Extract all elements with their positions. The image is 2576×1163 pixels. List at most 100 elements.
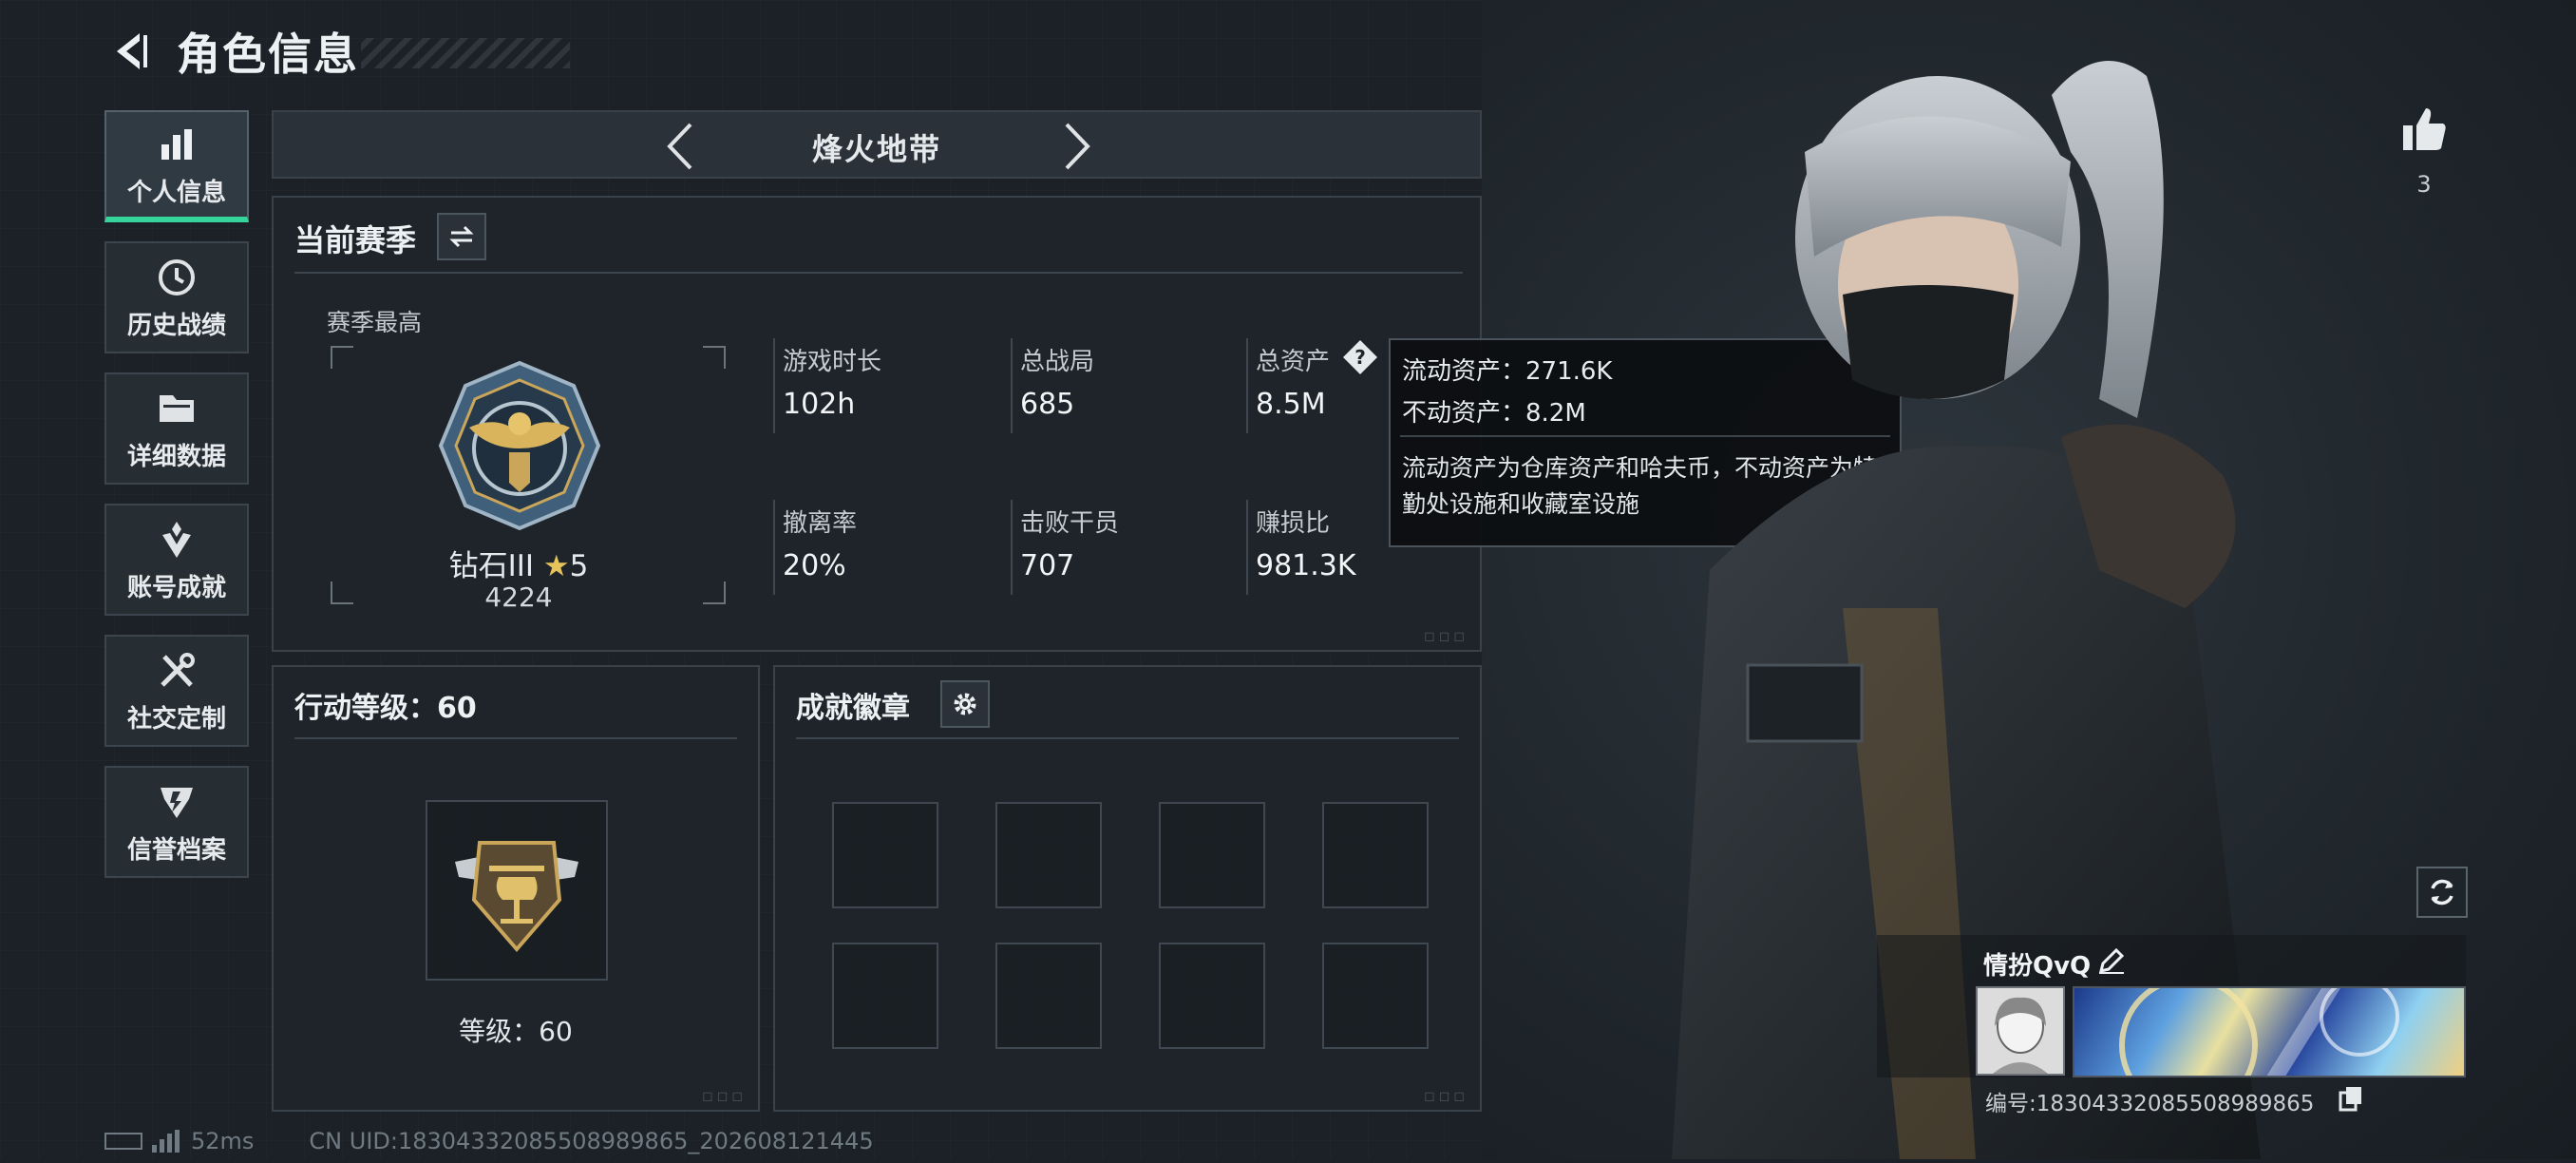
avatar-portrait-icon: [1993, 997, 2048, 1074]
badge-slot[interactable]: [1322, 802, 1429, 908]
folder-icon: [156, 386, 198, 431]
mode-title: 烽火地带: [811, 131, 941, 167]
sidebar-item-label: 账号成就: [126, 573, 226, 602]
stat-value-profit-ratio: 981.3K: [1256, 549, 1356, 582]
action-level-title: 行动等级：60: [294, 692, 477, 725]
copy-id-button[interactable]: [2339, 1085, 2363, 1112]
stat-divider: [773, 338, 775, 433]
section-divider: [294, 272, 1463, 274]
back-button[interactable]: [106, 27, 156, 76]
rank-label: 钻石III ★5: [414, 542, 623, 584]
helicopter-badge-icon: [455, 841, 578, 953]
rank-stars: 5: [569, 549, 589, 583]
section-divider: [294, 737, 737, 739]
next-mode-button[interactable]: [1051, 120, 1104, 173]
frame-corner: [703, 346, 726, 369]
badge-settings-button[interactable]: [940, 680, 990, 728]
banner-art-icon: [2119, 988, 2399, 1076]
stat-value-extraction-rate: 20%: [783, 549, 846, 582]
stat-value-play-time: 102h: [783, 388, 856, 421]
section-divider: [796, 737, 1459, 739]
stat-label-extraction-rate: 撤离率: [783, 509, 858, 538]
chevron-right-icon: [1065, 123, 1090, 170]
refresh-icon: [2431, 879, 2453, 906]
stat-divider: [1011, 500, 1013, 595]
stat-divider: [1246, 500, 1248, 595]
sidebar-item-label: 社交定制: [126, 704, 226, 734]
stat-label-play-time: 游戏时长: [783, 348, 882, 376]
svg-text:?: ?: [1354, 346, 1366, 369]
stat-value-kills: 707: [1020, 549, 1075, 582]
sidebar-item-reputation[interactable]: 信誉档案: [104, 766, 249, 878]
title-decoration: [361, 38, 570, 68]
achievement-badges-panel: 成就徽章 ◻◻◻: [773, 665, 1482, 1112]
season-switch-button[interactable]: [437, 213, 486, 260]
achievement-badges-title: 成就徽章: [796, 692, 910, 725]
sidebar-item-label: 信誉档案: [126, 835, 226, 865]
signal-icon: [152, 1130, 180, 1153]
sidebar-item-history[interactable]: 历史战绩: [104, 241, 249, 353]
player-id: 编号:18304332085508989865: [1985, 1092, 2315, 1116]
stat-label-profit-ratio: 赚损比: [1256, 509, 1331, 538]
badge-slot[interactable]: [832, 802, 938, 908]
sidebar-item-label: 历史战绩: [126, 311, 226, 340]
player-name: 情扮QvQ: [1983, 952, 2092, 981]
page-header: 角色信息: [106, 21, 359, 82]
stat-label-total-matches: 总战局: [1020, 348, 1095, 376]
stat-divider: [1246, 338, 1248, 433]
question-icon: ?: [1343, 340, 1377, 374]
level-text: 等级：60: [459, 1016, 573, 1047]
mode-tab-bar: 烽火地带: [272, 110, 1482, 179]
season-peak-label: 赛季最高: [327, 309, 423, 336]
player-avatar[interactable]: [1976, 986, 2065, 1076]
page-title: 角色信息: [177, 29, 359, 80]
sidebar-item-detailed-data[interactable]: 详细数据: [104, 372, 249, 485]
badge-slot[interactable]: [832, 943, 938, 1049]
action-level-panel: 行动等级：60 等级：60 ◻◻◻: [272, 665, 760, 1112]
season-panel: 当前赛季 赛季最高 钻石III ★5 4224 游戏时长 102h 总战局 68…: [272, 196, 1482, 652]
sidebar-item-achievements[interactable]: 账号成就: [104, 504, 249, 616]
swap-icon: [449, 225, 474, 248]
stat-value-total-assets: 8.5M: [1256, 388, 1326, 421]
sidebar-item-personal-info[interactable]: 个人信息: [104, 110, 249, 222]
badge-slot[interactable]: [995, 802, 1102, 908]
help-button[interactable]: ?: [1341, 338, 1379, 376]
copy-icon: [2339, 1087, 2361, 1112]
stat-label-kills: 击败干员: [1020, 509, 1120, 538]
sidebar: 个人信息 历史战绩 详细数据 账号成就 社交定制 信誉档案: [104, 110, 251, 897]
reputation-icon: [157, 779, 197, 825]
sidebar-item-label: 个人信息: [126, 178, 226, 207]
tools-icon: [157, 648, 197, 694]
corner-decoration: ◻◻◻: [1424, 629, 1468, 644]
back-arrow-icon: [117, 33, 147, 69]
badge-slot[interactable]: [1322, 943, 1429, 1049]
stat-divider: [1011, 338, 1013, 433]
frame-corner: [703, 582, 726, 604]
thumbs-up-icon: [2403, 108, 2446, 150]
badge-slot[interactable]: [1159, 943, 1265, 1049]
corner-decoration: ◻◻◻: [702, 1089, 747, 1104]
season-title: 当前赛季: [294, 222, 417, 258]
liquid-assets-text: 流动资产：271.6K: [1402, 357, 1613, 386]
like-button[interactable]: [2399, 105, 2449, 158]
uid-text: CN UID:18304332085508989865_202608121445: [309, 1128, 874, 1154]
sidebar-item-social[interactable]: 社交定制: [104, 635, 249, 747]
stat-label-total-assets: 总资产: [1256, 348, 1331, 376]
rank-name: 钻石III: [448, 549, 535, 583]
stat-value-total-matches: 685: [1020, 388, 1075, 421]
like-count: 3: [2416, 171, 2432, 198]
corner-decoration: ◻◻◻: [1424, 1089, 1468, 1104]
edit-name-button[interactable]: [2097, 946, 2126, 975]
sidebar-item-label: 详细数据: [126, 442, 226, 471]
refresh-button[interactable]: [2416, 867, 2468, 918]
badge-slot[interactable]: [1159, 802, 1265, 908]
ping-value: 52ms: [191, 1128, 255, 1154]
name-card-banner: [2073, 986, 2466, 1077]
frame-corner: [331, 582, 353, 604]
clock-icon: [157, 255, 197, 300]
achievement-icon: [157, 517, 197, 562]
fixed-assets-text: 不动资产：8.2M: [1402, 399, 1586, 428]
badge-slot[interactable]: [995, 943, 1102, 1049]
rank-points: 4224: [484, 582, 553, 613]
stat-divider: [773, 500, 775, 595]
